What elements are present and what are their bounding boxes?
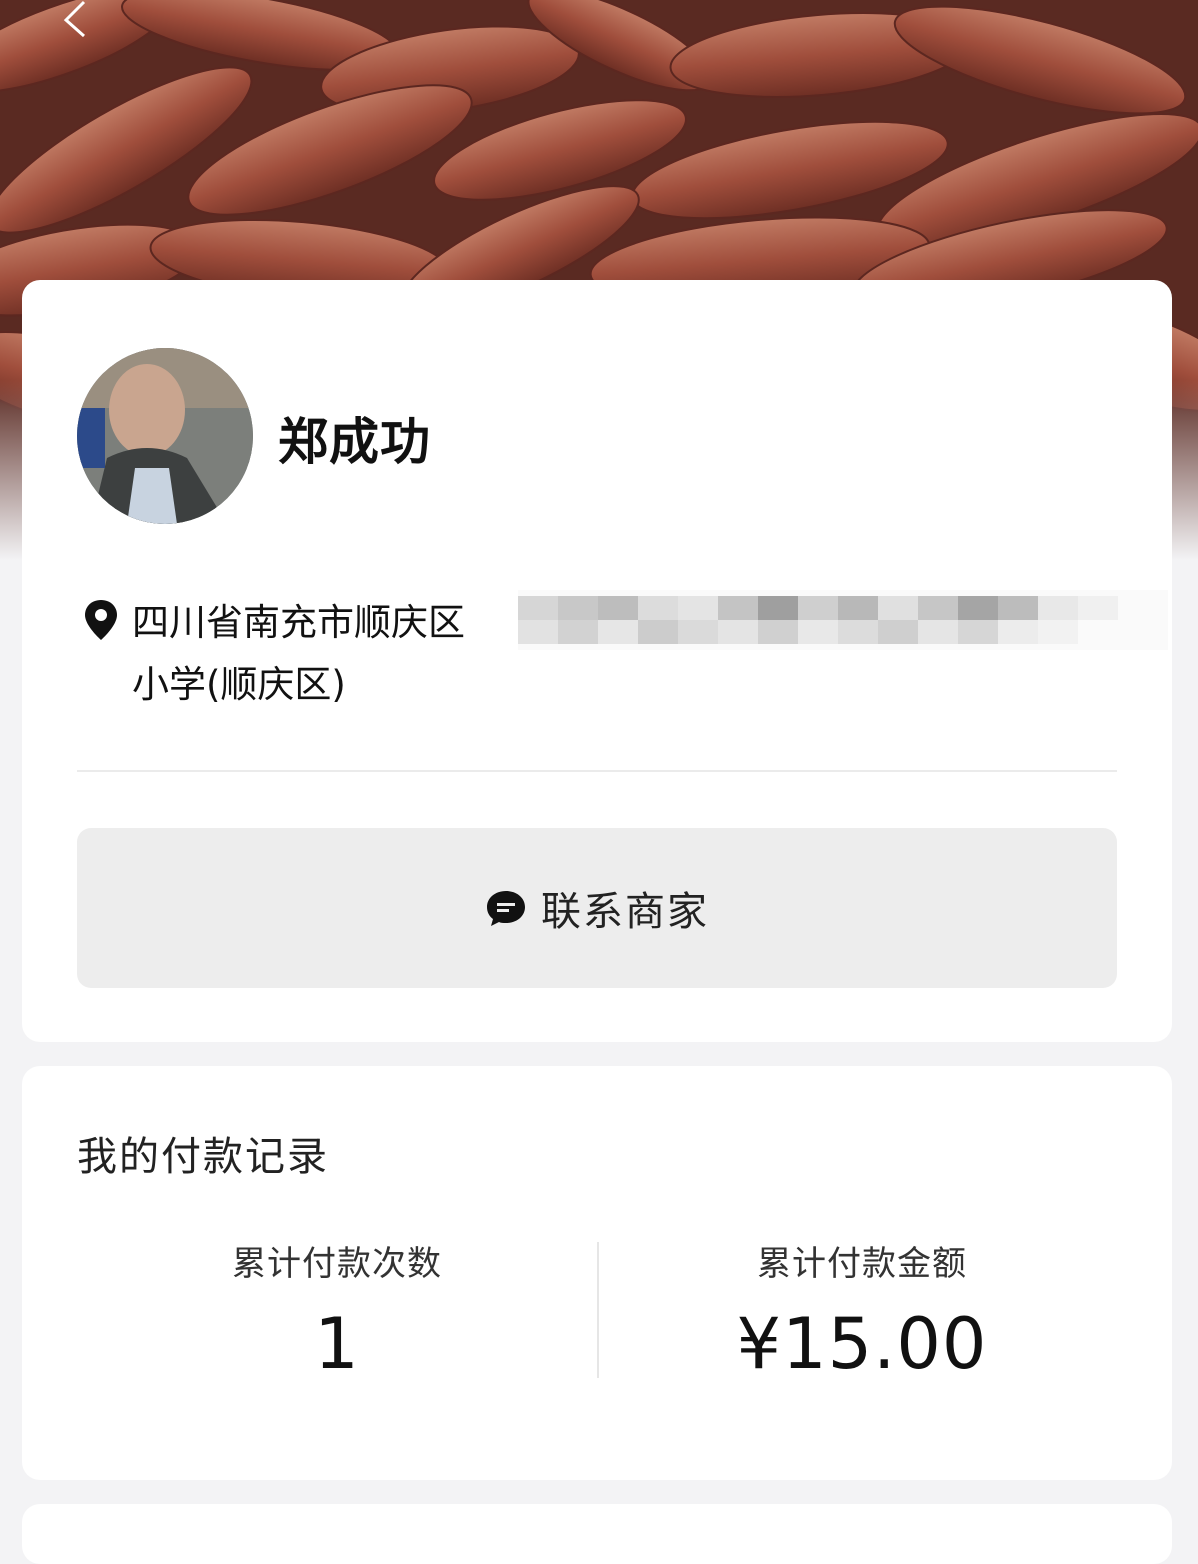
payment-amount-stat: 累计付款金额 ¥15.00 [602, 1236, 1122, 1385]
chat-bubble-icon [487, 891, 525, 926]
address-redaction-mosaic [518, 590, 1168, 650]
chevron-left-icon [63, 0, 86, 38]
merchant-card: 郑成功 四川省南充市顺庆区 小学(顺庆区) 联系商家 [22, 280, 1172, 1042]
merchant-avatar-image [77, 348, 253, 524]
next-card [22, 1504, 1172, 1564]
divider [77, 770, 1117, 772]
stat-divider [597, 1242, 599, 1378]
location-pin-icon [85, 600, 117, 640]
payment-amount-label: 累计付款金额 [757, 1244, 967, 1284]
merchant-name: 郑成功 [278, 413, 431, 471]
payment-count-value: 1 [314, 1303, 360, 1385]
back-button[interactable] [56, 0, 96, 40]
payment-amount-value: ¥15.00 [736, 1303, 988, 1385]
address-line-2: 小学(顺庆区) [132, 663, 346, 706]
records-title: 我的付款记录 [77, 1134, 329, 1180]
payment-records-card: 我的付款记录 累计付款次数 1 累计付款金额 ¥15.00 [22, 1066, 1172, 1480]
contact-merchant-button[interactable]: 联系商家 [77, 828, 1117, 988]
avatar[interactable] [77, 348, 253, 524]
contact-merchant-label: 联系商家 [541, 889, 709, 935]
payment-count-label: 累计付款次数 [232, 1244, 442, 1284]
payment-count-stat: 累计付款次数 1 [77, 1236, 597, 1385]
